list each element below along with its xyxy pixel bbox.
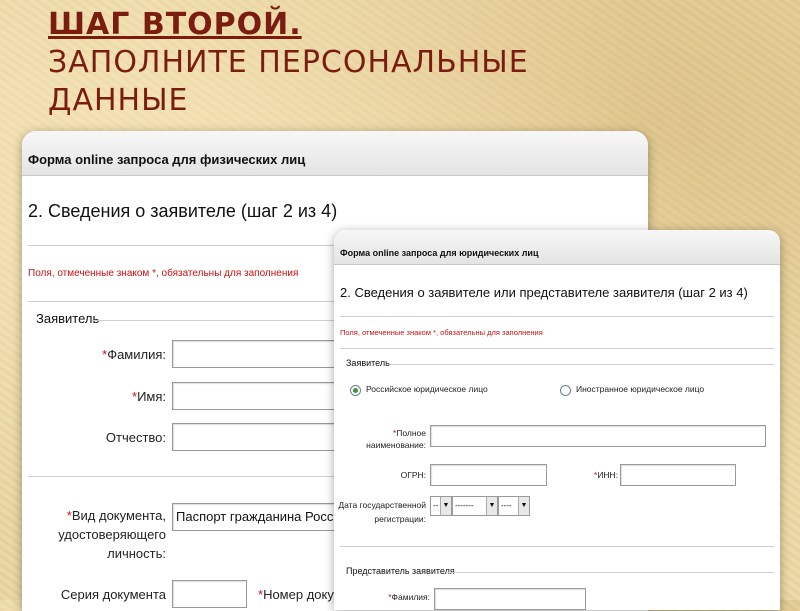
applicant-section-label: Заявитель — [36, 311, 100, 326]
divider — [340, 546, 774, 547]
divider — [446, 572, 774, 573]
series-input[interactable] — [172, 580, 247, 608]
ogrn-input[interactable] — [430, 464, 547, 486]
foreign-entity-radio-label[interactable]: Иностранное юридическое лицо — [576, 384, 704, 394]
russian-entity-radio[interactable] — [350, 385, 361, 396]
legal-form-heading: 2. Сведения о заявителе или представител… — [340, 285, 748, 300]
required-fields-note: Поля, отмеченные знаком *, обязательны д… — [28, 268, 299, 279]
rep-surname-input[interactable] — [434, 588, 586, 610]
registration-year-select[interactable]: ---- ▼ — [498, 496, 530, 516]
slide-title-step: ШАГ ВТОРОЙ. — [48, 7, 302, 42]
surname-input[interactable] — [172, 340, 347, 368]
slide-title-line3: ДАННЫЕ — [48, 83, 189, 118]
name-input[interactable] — [172, 382, 347, 410]
patronymic-input[interactable] — [172, 423, 347, 451]
chevron-down-icon: ▼ — [486, 497, 497, 515]
legal-form-window-title: Форма online запроса для юридических лиц — [334, 230, 780, 265]
russian-entity-radio-label[interactable]: Российское юридическое лицо — [366, 384, 488, 394]
inn-label: *ИНН: — [594, 470, 619, 480]
divider — [390, 364, 774, 365]
foreign-entity-radio[interactable] — [560, 385, 571, 396]
patronymic-label: Отчество: — [105, 430, 166, 445]
divider — [340, 348, 774, 349]
ogrn-label: ОГРН: — [400, 470, 426, 480]
full-name-input[interactable] — [430, 425, 766, 447]
rep-surname-label: *Фамилия: — [388, 592, 430, 602]
full-name-label: *Полное наименование: — [366, 428, 426, 450]
slide-title: ШАГ ВТОРОЙ. ЗАПОЛНИТЕ ПЕРСОНАЛЬНЫЕ ДАННЫ… — [48, 6, 529, 120]
document-type-label: *Вид документа, удостоверяющего личность… — [58, 508, 166, 561]
individual-form-heading: 2. Сведения о заявителе (шаг 2 из 4) — [28, 201, 338, 221]
slide-title-line2: ЗАПОЛНИТЕ ПЕРСОНАЛЬНЫЕ — [48, 45, 529, 80]
individual-form-window-title: Форма online запроса для физических лиц — [22, 131, 648, 176]
name-label: *Имя: — [132, 389, 166, 404]
registration-date-label: Дата государственной регистрации: — [338, 500, 426, 524]
chevron-down-icon: ▼ — [440, 497, 451, 515]
registration-day-select[interactable]: -- ▼ — [430, 496, 452, 516]
legal-required-fields-note: Поля, отмеченные знаком *, обязательны д… — [340, 328, 543, 337]
legal-form-screenshot: Форма online запроса для юридических лиц… — [334, 230, 780, 610]
inn-input[interactable] — [620, 464, 736, 486]
chevron-down-icon: ▼ — [518, 497, 529, 515]
divider — [340, 316, 774, 317]
legal-applicant-section-label: Заявитель — [346, 358, 390, 368]
registration-month-select[interactable]: ------- ▼ — [452, 496, 498, 516]
representative-section-label: Представитель заявителя — [346, 566, 455, 576]
document-type-select[interactable]: Паспорт гражданина Российской — [172, 503, 347, 531]
surname-label: *Фамилия: — [102, 347, 166, 362]
